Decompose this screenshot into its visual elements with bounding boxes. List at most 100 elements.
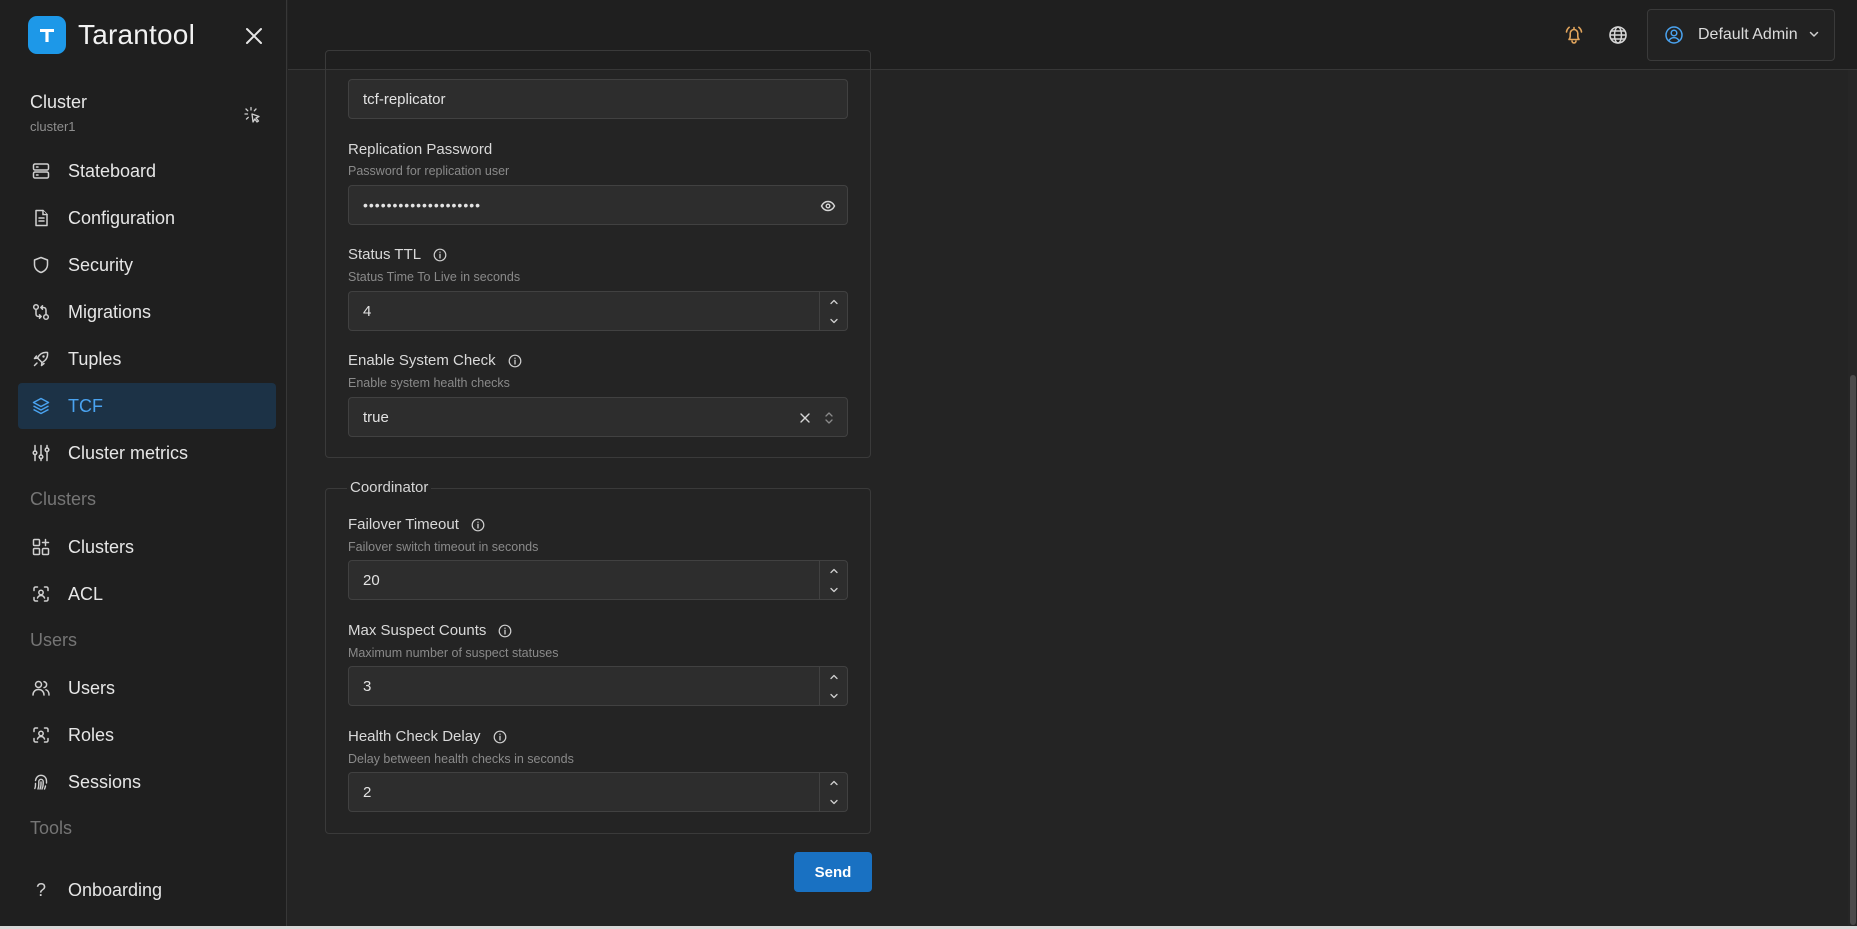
users-icon	[30, 677, 52, 699]
decrement-button[interactable]	[820, 580, 847, 599]
cluster-subtitle: cluster1	[30, 119, 76, 134]
info-circle-icon[interactable]	[471, 518, 485, 532]
cluster-select-button[interactable]	[242, 104, 264, 126]
page-scrollbar-thumb[interactable]	[1850, 375, 1856, 925]
sidebar-item-label: Users	[68, 677, 116, 698]
status-ttl-value: 4	[363, 302, 372, 320]
notifications-button[interactable]	[1561, 22, 1587, 48]
chevron-down-icon	[829, 587, 838, 592]
sidebar-item-roles[interactable]: Roles	[18, 712, 276, 758]
failover-timeout-input[interactable]: 20	[348, 560, 848, 600]
user-menu-button[interactable]: Default Admin	[1647, 9, 1835, 61]
file-icon	[30, 207, 52, 229]
sidebar-item-stateboard[interactable]: Stateboard	[18, 148, 276, 194]
status-ttl-input[interactable]: 4	[348, 291, 848, 331]
increment-button[interactable]	[820, 561, 847, 580]
failover-timeout-label-text: Failover Timeout	[348, 516, 459, 533]
replication-password-value: ••••••••••••••••••••	[363, 197, 482, 213]
chevron-down-icon	[1809, 31, 1819, 37]
health-check-delay-input[interactable]: 2	[348, 772, 848, 812]
clear-selection-button[interactable]	[797, 410, 813, 426]
health-check-delay-label: Health Check Delay	[348, 728, 507, 745]
apps-icon	[30, 536, 52, 558]
increment-button[interactable]	[820, 667, 847, 686]
max-suspect-counts-label: Max Suspect Counts	[348, 622, 512, 639]
status-ttl-label: Status TTL	[348, 246, 447, 263]
sidebar-item-label: ACL	[68, 583, 104, 604]
decrement-button[interactable]	[820, 311, 847, 330]
max-suspect-counts-input[interactable]: 3	[348, 666, 848, 706]
chevron-down-icon	[829, 693, 838, 698]
health-check-delay-label-text: Health Check Delay	[348, 728, 481, 745]
click-icon	[244, 106, 260, 123]
globe-icon	[1609, 26, 1627, 44]
cluster-info: Cluster cluster1	[30, 92, 87, 134]
chevron-up-icon	[829, 780, 838, 785]
sidebar-item-users[interactable]: Users	[18, 665, 276, 711]
chevron-down-icon	[829, 799, 838, 804]
max-suspect-counts-label-text: Max Suspect Counts	[348, 622, 487, 639]
sidebar-item-tcf[interactable]: TCF	[18, 383, 276, 429]
sidebar-item-configuration[interactable]: Configuration	[18, 195, 276, 241]
sidebar-section-clusters: Clusters	[30, 489, 97, 509]
info-circle-icon[interactable]	[508, 354, 522, 368]
sidebar-section-users: Users	[30, 630, 78, 650]
sidebar-item-cluster-metrics[interactable]: Cluster metrics	[18, 430, 276, 476]
sidebar-item-label: TCF	[68, 395, 103, 416]
sidebar-section-tools: Tools	[30, 818, 73, 838]
question-glyph: ?	[35, 879, 46, 900]
chevron-up-icon	[829, 568, 838, 573]
toggle-password-visibility-button[interactable]	[819, 197, 837, 215]
status-ttl-stepper	[819, 292, 847, 330]
sidebar-item-label: Roles	[68, 724, 115, 745]
sidebar-item-sessions[interactable]: Sessions	[18, 759, 276, 805]
enable-system-check-label-text: Enable System Check	[348, 352, 496, 369]
eye-icon	[820, 200, 836, 212]
sidebar-item-security[interactable]: Security	[18, 242, 276, 288]
sidebar-item-migrations[interactable]: Migrations	[18, 289, 276, 335]
face-id-icon	[30, 583, 52, 605]
stack-icon	[30, 395, 52, 417]
send-button[interactable]: Send	[794, 852, 872, 892]
replication-password-input[interactable]: ••••••••••••••••••••	[348, 185, 848, 225]
health-check-delay-description: Delay between health checks in seconds	[348, 752, 574, 766]
language-button[interactable]	[1605, 22, 1631, 48]
replication-password-description: Password for replication user	[348, 164, 510, 178]
chevron-down-icon	[829, 318, 838, 323]
replication-password-label-text: Replication Password	[348, 141, 493, 158]
status-ttl-description: Status Time To Live in seconds	[348, 270, 521, 284]
increment-button[interactable]	[820, 773, 847, 792]
tarantool-logo-icon	[28, 16, 66, 54]
decrement-button[interactable]	[820, 686, 847, 705]
sidebar: Tarantool Cluster cluster1 Stateboard Co…	[0, 0, 287, 929]
rocket-icon	[30, 348, 52, 370]
info-circle-icon[interactable]	[493, 730, 507, 744]
info-circle-icon[interactable]	[498, 624, 512, 638]
brand: Tarantool	[28, 16, 195, 54]
increment-button[interactable]	[820, 292, 847, 311]
chevron-up-icon	[829, 299, 838, 304]
info-circle-icon[interactable]	[433, 248, 447, 262]
adjustments-icon	[30, 442, 52, 464]
replication-user-value: tcf-replicator	[363, 90, 446, 108]
failover-timeout-value: 20	[363, 571, 380, 589]
sidebar-item-label: Cluster metrics	[68, 442, 189, 463]
sidebar-item-label: Migrations	[68, 301, 152, 322]
app-root: Tarantool Cluster cluster1 Stateboard Co…	[0, 0, 1857, 929]
enable-system-check-select[interactable]: true	[348, 397, 848, 437]
sidebar-item-onboarding[interactable]: ? Onboarding	[18, 867, 276, 913]
app-name: Tarantool	[78, 19, 195, 50]
bell-ringing-icon	[1565, 26, 1583, 44]
coordinator-legend: Coordinator	[347, 479, 432, 496]
sidebar-item-label: Security	[68, 254, 134, 275]
enable-system-check-value: true	[363, 408, 389, 426]
sidebar-item-acl[interactable]: ACL	[18, 571, 276, 617]
sidebar-item-tuples[interactable]: Tuples	[18, 336, 276, 382]
decrement-button[interactable]	[820, 792, 847, 811]
sidebar-item-clusters[interactable]: Clusters	[18, 524, 276, 570]
selector-icon	[823, 409, 835, 427]
shield-icon	[30, 254, 52, 276]
replication-user-input[interactable]: tcf-replicator	[348, 79, 848, 119]
max-suspect-counts-value: 3	[363, 677, 372, 695]
close-sidebar-button[interactable]	[240, 22, 268, 50]
